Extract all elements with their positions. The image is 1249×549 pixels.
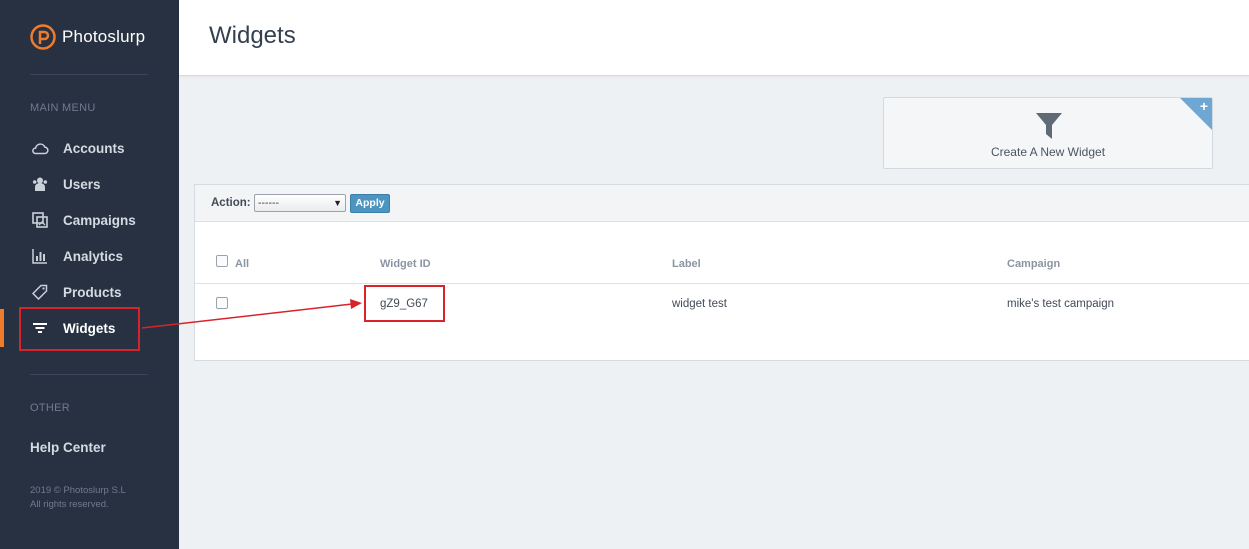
annotation-arrow bbox=[141, 299, 362, 329]
